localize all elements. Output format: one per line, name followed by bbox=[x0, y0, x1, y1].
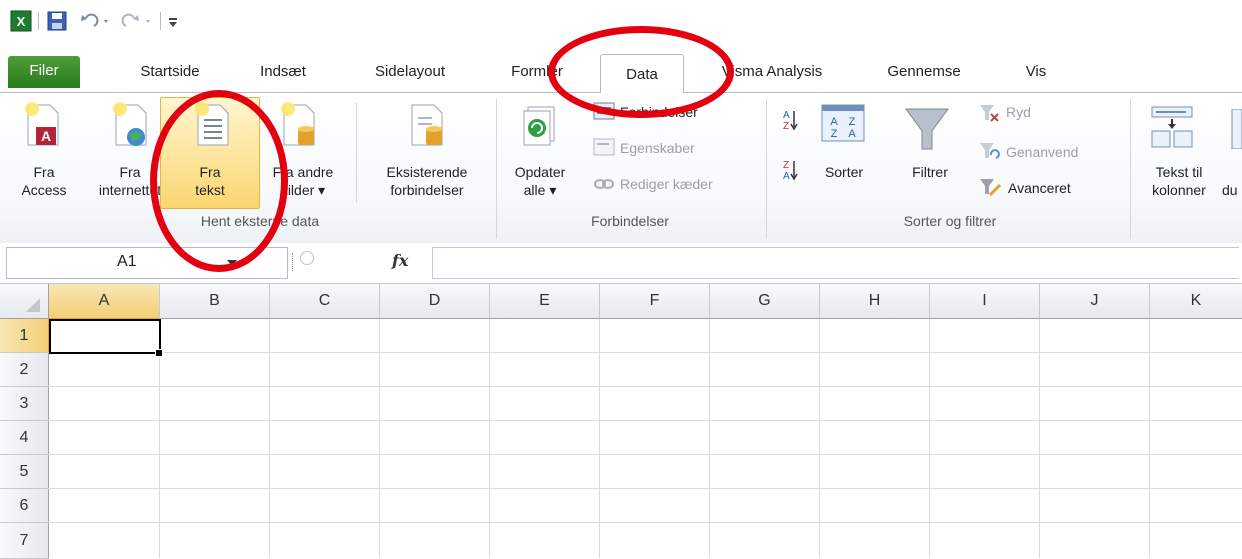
name-box[interactable]: A1 bbox=[6, 247, 288, 279]
column-header-k[interactable]: K bbox=[1150, 284, 1242, 319]
connections-icon bbox=[592, 101, 616, 123]
column-header-c[interactable]: C bbox=[270, 284, 380, 319]
edit-links-button[interactable]: Rediger kæder bbox=[620, 175, 760, 193]
svg-text:X: X bbox=[17, 14, 26, 29]
properties-button[interactable]: Egenskaber bbox=[620, 139, 740, 157]
sort-button[interactable]: Sorter bbox=[812, 163, 876, 181]
reapply-icon bbox=[978, 141, 1000, 161]
other-sources-icon bbox=[278, 101, 318, 149]
from-access-button[interactable]: Fra Access bbox=[2, 163, 86, 199]
tab-insert[interactable]: Indsæt bbox=[248, 58, 318, 90]
advanced-filter-button[interactable]: Avanceret bbox=[1008, 179, 1108, 197]
row-header-4[interactable]: 4 bbox=[0, 421, 49, 455]
tab-page-layout[interactable]: Sidelayout bbox=[362, 58, 458, 90]
web-icon bbox=[110, 101, 150, 149]
connections-button[interactable]: Forbindelser bbox=[620, 103, 740, 121]
remove-duplicates-button[interactable]: du bbox=[1222, 181, 1242, 199]
row-header-7[interactable]: 7 bbox=[0, 523, 49, 559]
text-to-columns-icon bbox=[1148, 103, 1196, 151]
column-header-j[interactable]: J bbox=[1040, 284, 1150, 319]
from-other-sources-button[interactable]: Fra andre kilder ▾ bbox=[258, 163, 348, 199]
remove-duplicates-icon bbox=[1230, 108, 1242, 150]
tab-file[interactable]: Filer bbox=[8, 56, 80, 88]
existing-connections-icon bbox=[406, 101, 446, 149]
selected-cell-a1[interactable] bbox=[49, 319, 161, 354]
column-header-g[interactable]: G bbox=[710, 284, 820, 319]
tab-formulas[interactable]: Formler bbox=[502, 58, 572, 90]
svg-text:A: A bbox=[830, 116, 838, 128]
fill-handle[interactable] bbox=[155, 349, 163, 357]
ribbon-tabs: Filer Startside Indsæt Sidelayout Formle… bbox=[0, 44, 1242, 93]
tab-data[interactable]: Data bbox=[600, 54, 684, 93]
group-label-connections: Forbindelser bbox=[591, 213, 669, 229]
text-to-columns-button[interactable]: Tekst til kolonner bbox=[1136, 163, 1222, 199]
reapply-button[interactable]: Genanvend bbox=[1006, 143, 1126, 161]
advanced-filter-icon bbox=[978, 177, 1002, 199]
svg-text:Z: Z bbox=[831, 128, 838, 140]
sort-az-icon[interactable]: AZ bbox=[780, 107, 800, 133]
tab-review[interactable]: Gennemse bbox=[878, 58, 970, 90]
edit-links-icon bbox=[592, 175, 616, 193]
from-text-button[interactable]: Fra tekst bbox=[170, 163, 250, 199]
formula-splitter[interactable] bbox=[292, 253, 296, 271]
formula-bar: A1 fx bbox=[0, 243, 1242, 284]
text-file-icon bbox=[192, 101, 232, 149]
row-header-3[interactable]: 3 bbox=[0, 387, 49, 421]
row-header-1[interactable]: 1 bbox=[0, 319, 50, 353]
group-label-external-data: Hent eksterne data bbox=[200, 213, 320, 229]
name-box-dropdown-icon[interactable] bbox=[227, 260, 237, 266]
access-icon: A bbox=[22, 101, 62, 149]
excel-logo-icon[interactable]: X bbox=[10, 10, 32, 32]
svg-text:Z: Z bbox=[783, 121, 789, 132]
filter-button[interactable]: Filtrer bbox=[898, 163, 962, 181]
clear-filter-icon bbox=[978, 103, 1000, 123]
column-header-b[interactable]: B bbox=[160, 284, 270, 319]
cancel-icon bbox=[300, 251, 314, 265]
column-header-h[interactable]: H bbox=[820, 284, 930, 319]
row-header-2[interactable]: 2 bbox=[0, 353, 49, 387]
group-label-sort-filter: Sorter og filtrer bbox=[903, 213, 997, 229]
tab-visma-analysis[interactable]: Visma Analysis bbox=[702, 58, 842, 90]
ribbon-data: A Fra Access Fra internettet Fra tekst F… bbox=[0, 92, 1242, 244]
undo-icon[interactable] bbox=[78, 10, 114, 32]
select-all-corner[interactable] bbox=[0, 284, 49, 319]
sort-za-icon[interactable]: ZA bbox=[780, 157, 800, 183]
customize-qat-icon[interactable] bbox=[166, 10, 180, 32]
svg-text:Z: Z bbox=[783, 160, 789, 171]
refresh-all-icon bbox=[518, 105, 560, 153]
name-box-value: A1 bbox=[117, 253, 137, 270]
tab-home[interactable]: Startside bbox=[124, 58, 216, 90]
row-header-6[interactable]: 6 bbox=[0, 489, 49, 523]
column-header-a[interactable]: A bbox=[49, 284, 160, 320]
column-header-i[interactable]: I bbox=[930, 284, 1040, 319]
tab-view[interactable]: Vis bbox=[1016, 58, 1056, 90]
properties-icon bbox=[592, 137, 616, 159]
svg-text:A: A bbox=[41, 128, 51, 144]
clear-filter-button[interactable]: Ryd bbox=[1006, 103, 1066, 121]
column-header-f[interactable]: F bbox=[600, 284, 710, 319]
column-header-e[interactable]: E bbox=[490, 284, 600, 319]
sort-dialog-icon: AZZA bbox=[820, 103, 866, 143]
worksheet-grid: A B C D E F G H I J K 1 2 3 4 5 6 7 bbox=[0, 284, 1242, 559]
svg-text:A: A bbox=[783, 171, 790, 182]
row-header-5[interactable]: 5 bbox=[0, 455, 49, 489]
filter-icon bbox=[902, 105, 952, 155]
insert-function-button[interactable]: fx bbox=[392, 251, 408, 270]
refresh-all-button[interactable]: Opdater alle ▾ bbox=[502, 163, 578, 199]
quick-access-toolbar: X bbox=[0, 0, 1242, 44]
redo-icon[interactable] bbox=[120, 10, 156, 32]
existing-connections-button[interactable]: Eksisterende forbindelser bbox=[362, 163, 492, 199]
svg-text:Z: Z bbox=[849, 116, 856, 128]
save-icon[interactable] bbox=[46, 10, 68, 32]
formula-input[interactable] bbox=[432, 247, 1239, 279]
svg-text:A: A bbox=[783, 110, 790, 121]
column-header-d[interactable]: D bbox=[380, 284, 490, 319]
svg-text:A: A bbox=[848, 128, 856, 140]
